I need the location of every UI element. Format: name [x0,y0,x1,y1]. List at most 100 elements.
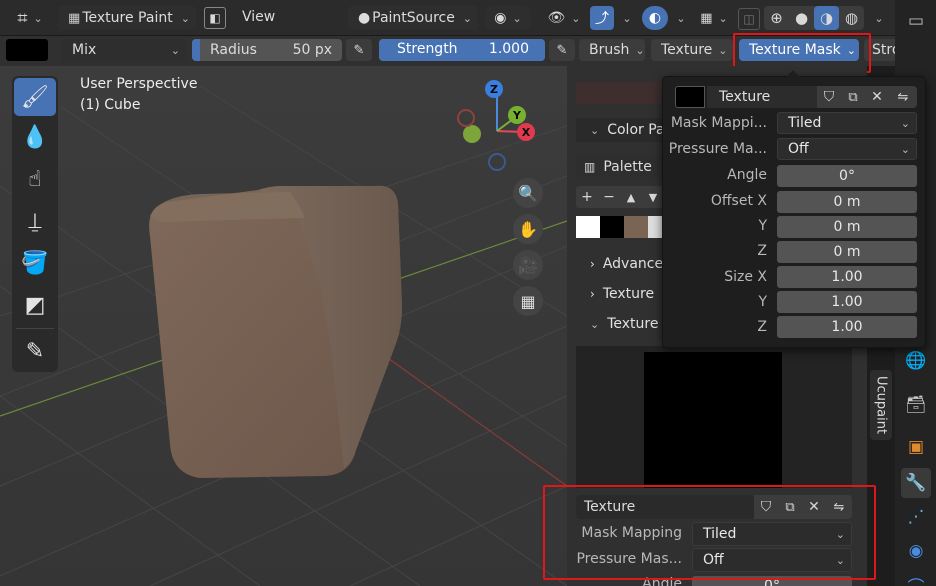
shading-dropdown[interactable]: ◉ ⌄ [486,6,530,30]
modifier-wrench-icon[interactable]: 🔧 [901,468,931,498]
radius-pressure-icon[interactable]: ✎ [346,39,372,61]
texture-preview-thumb[interactable] [675,86,705,108]
popup-size-y-field[interactable]: 1.00 [777,291,917,313]
wireframe-shading-icon[interactable]: ⊕ [764,6,789,30]
clone-stamp-icon[interactable]: ⍊ [14,202,56,240]
gizmo-toggle[interactable]: ⤴ [590,6,614,30]
ucupaint-tab[interactable]: Ucupaint [870,370,892,440]
brush-menu[interactable]: Brush ⌄ [579,39,645,61]
remove-icon[interactable]: − [598,186,620,208]
popup-pointer [786,70,800,77]
mask-icon[interactable]: ◩ [14,286,56,324]
visibility-dropdown[interactable]: 👁 ⌄ [544,6,584,30]
shading-options-dropdown[interactable]: ⌄ [866,6,886,30]
strength-pressure-icon[interactable]: ✎ [549,39,575,61]
texture-mask-panel-header[interactable]: ⌄ Texture [590,316,658,332]
collection-icon[interactable]: 🗃 [901,390,931,420]
popup-pressure-mask-select[interactable]: Off ⌄ [777,138,917,160]
material-shading-icon[interactable]: ◑ [814,6,839,30]
palette-swatch-extra[interactable] [648,216,662,238]
radius-field[interactable]: Radius 50 px [192,39,342,61]
eye-icon: 👁 [547,10,566,26]
solid-shading-icon[interactable]: ● [789,6,814,30]
annotate-icon[interactable]: ✎ [14,332,56,370]
popup-texture-name[interactable]: Texture [707,86,817,108]
zoom-icon[interactable]: 🔍 [513,178,543,208]
gizmo-y-axis[interactable]: Y [508,106,526,124]
paint-source-label: PaintSource [372,10,455,26]
strength-field[interactable]: Strength 1.000 [379,39,545,61]
object-icon[interactable]: ▣ [901,432,931,462]
popup-size-z-field[interactable]: 1.00 [777,316,917,338]
palette-swatch-black[interactable] [600,216,624,238]
xray-toggle[interactable]: ◫ [738,8,760,30]
palette-selector[interactable]: ▥ Palette [576,155,666,179]
popup-offset-z-field[interactable]: 0 m [777,241,917,263]
editor-type-icon[interactable]: ⌗ ⌄ [10,6,50,30]
gizmo-icon: ⤴ [595,11,609,27]
move-up-icon[interactable]: ▲ [620,186,642,208]
popup-angle-value: 0° [839,168,855,184]
texture-menu[interactable]: Texture ⌄ [651,39,733,61]
close-icon[interactable]: ✕ [865,86,889,108]
overlay-dropdown[interactable]: ⌄ [668,6,688,30]
rendered-shading-icon[interactable]: ◍ [839,6,864,30]
overlay-toggle[interactable]: ◐ [642,6,668,30]
dot-icon: ◉ [494,10,507,26]
draw-brush-icon[interactable]: 🖌 [14,78,56,116]
constraints-icon[interactable]: ⌒ [901,570,931,586]
color-palette-panel-header[interactable]: ⌄ Color Pa [576,118,666,142]
popup-angle-field[interactable]: 0° [777,165,917,187]
chevron-down-icon: ⌄ [590,317,600,331]
blend-mode-label: Mix [72,42,97,58]
popup-offset-y-field[interactable]: 0 m [777,216,917,238]
sphere-icon: ● [358,10,371,26]
browse-icon[interactable]: ⇋ [889,86,917,108]
popup-offset-y-label: Y [758,218,767,234]
gizmo-dropdown[interactable]: ⌄ [614,6,634,30]
chevron-down-icon: ⌄ [718,43,728,57]
advanced-panel-header[interactable]: › Advance [590,256,663,272]
world-icon[interactable]: 🌐 [901,346,931,376]
pan-hand-icon[interactable]: ✋ [513,214,543,244]
texture-panel-header[interactable]: › Texture [590,286,654,302]
paint-source-select[interactable]: ● PaintSource ⌄ [348,6,478,30]
mode-label: Texture Paint [82,10,173,26]
grid-ortho-icon[interactable]: ▦ [513,286,543,316]
gizmo-z-axis[interactable]: Z [485,80,503,98]
mode-select[interactable]: ▦ Texture Paint ⌄ [58,6,196,30]
palette-swatch-white[interactable] [576,216,600,238]
camera-icon[interactable]: 🎥 [513,250,543,280]
viewport-perspective-label: User Perspective [80,76,198,92]
mesh-edit-dropdown[interactable]: ▦ ⌄ [694,6,734,30]
popup-size-x-field[interactable]: 1.00 [777,266,917,288]
physics-icon[interactable]: ◉ [901,536,931,566]
soften-icon[interactable]: 💧 [14,118,56,156]
color-field[interactable] [576,82,676,104]
chevron-down-icon: ⌄ [462,11,472,25]
palette-name: Palette [603,159,652,175]
checker-icon: ▦ [700,10,713,26]
tool-tab-icon[interactable]: ▭ [901,6,931,36]
particles-icon[interactable]: ⋰ [901,502,931,532]
add-icon[interactable]: + [576,186,598,208]
blend-mode-select[interactable]: Mix ⌄ [62,39,186,61]
chevron-down-icon: ⌄ [180,11,190,25]
gizmo-x-axis[interactable]: X [517,123,535,141]
view-menu[interactable]: View [242,9,275,25]
popup-mask-mapping-select[interactable]: Tiled ⌄ [777,112,917,134]
palette-swatch-brown[interactable] [624,216,648,238]
popup-pressure-mask-label: Pressure Ma... [668,141,767,157]
popup-angle-label: Angle [727,167,767,183]
overlay-icon: ◐ [648,10,662,26]
move-down-icon[interactable]: ▼ [642,186,664,208]
color-swatch[interactable] [6,39,48,61]
popup-texture-actions: ⛉ ⧉ ✕ ⇋ [817,86,917,108]
popup-offset-x-value: 0 m [833,194,861,210]
popup-offset-x-field[interactable]: 0 m [777,191,917,213]
duplicate-icon[interactable]: ⧉ [841,86,865,108]
smear-icon[interactable]: ☝ [14,160,56,198]
shield-icon[interactable]: ⛉ [817,86,841,108]
fill-bucket-icon[interactable]: 🪣 [14,244,56,282]
slots-toggle-icon[interactable]: ◧ [204,7,226,29]
